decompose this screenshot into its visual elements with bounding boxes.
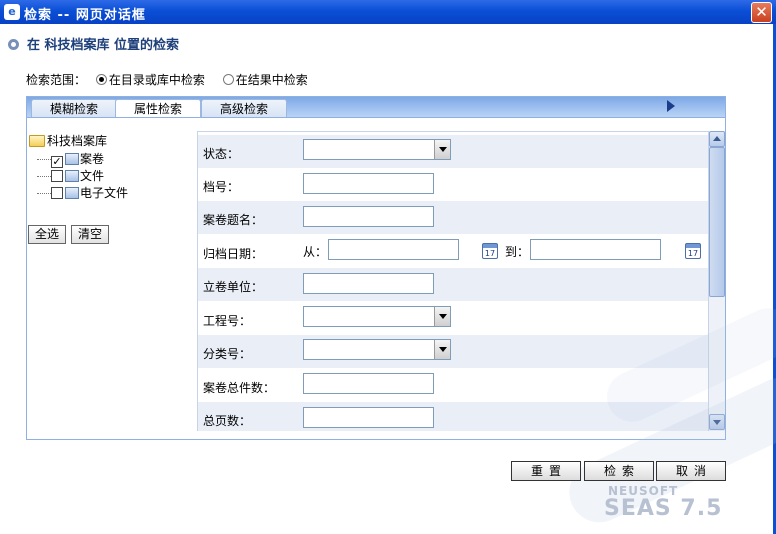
title-bar: e 检索 -- 网页对话框 ✕ (0, 0, 776, 24)
bullet-icon (8, 39, 19, 50)
form-row-unit: 立卷单位： (198, 268, 708, 301)
file-no-input[interactable] (303, 173, 434, 194)
cancel-button[interactable]: 取消 (656, 461, 726, 481)
volume-title-input[interactable] (303, 206, 434, 227)
document-icon (65, 187, 79, 199)
ie-icon: e (4, 4, 20, 20)
tab-advanced-search[interactable]: 高级检索 (201, 99, 287, 118)
total-pages-input[interactable] (303, 407, 434, 428)
archive-date-label: 归档日期： (203, 247, 264, 261)
tree-line (37, 193, 51, 194)
tree-node-e-file[interactable]: 电子文件 (37, 184, 128, 201)
tab-bar: 模糊检索 属性检索 高级检索 (26, 96, 726, 118)
select-all-button[interactable]: 全选 (28, 225, 67, 244)
folder-icon (29, 135, 45, 147)
chevron-down-icon[interactable] (434, 340, 450, 359)
calendar-icon[interactable]: 17 (482, 243, 498, 259)
file-no-label: 档号： (203, 180, 240, 194)
reset-button[interactable]: 重置 (511, 461, 581, 481)
category-no-select[interactable] (303, 339, 451, 360)
tab-fuzzy-search[interactable]: 模糊检索 (31, 99, 117, 118)
form-row-archive-date: 归档日期： 从： 17 到： 17 (198, 235, 708, 268)
unit-label: 立卷单位： (203, 280, 264, 294)
tree-node-label: 文件 (80, 169, 105, 183)
scope-option-catalog[interactable]: 在目录或库中检索 (109, 73, 205, 87)
close-button[interactable]: ✕ (751, 2, 772, 23)
tree-node-label: 电子文件 (80, 186, 129, 200)
volume-title-label: 案卷题名： (203, 213, 264, 227)
form-row-volume-title: 案卷题名： (198, 201, 708, 234)
tree-root[interactable]: 科技档案库 (29, 132, 107, 149)
status-select[interactable] (303, 139, 451, 160)
scope-option-results[interactable]: 在结果中检索 (236, 73, 308, 87)
scrollbar-thumb[interactable] (709, 147, 725, 297)
total-items-label: 案卷总件数： (203, 381, 276, 395)
scroll-up-icon[interactable] (709, 131, 725, 147)
date-to-input[interactable] (530, 239, 661, 260)
window-title: 检索 -- 网页对话框 (24, 8, 146, 23)
project-no-select[interactable] (303, 306, 451, 327)
scope-radio-catalog[interactable] (95, 74, 107, 85)
form-row-status: 状态： (198, 135, 708, 168)
tree-root-label: 科技档案库 (47, 134, 108, 148)
tree-node-file[interactable]: 文件 (37, 167, 104, 184)
to-label: 到： (505, 245, 530, 259)
brand-product: SEAS 7.5 (604, 496, 723, 521)
chevron-down-icon[interactable] (434, 140, 450, 159)
search-scope: 检索范围： 在目录或库中检索 在结果中检索 (26, 71, 316, 88)
document-icon (65, 153, 79, 165)
calendar-icon[interactable]: 17 (685, 243, 701, 259)
tree-node-volume[interactable]: ✓ 案卷 (37, 150, 104, 168)
page-title: 在 科技档案库 位置的检索 (27, 38, 180, 53)
search-button[interactable]: 检索 (584, 461, 654, 481)
category-no-label: 分类号： (203, 347, 252, 361)
unit-input[interactable] (303, 273, 434, 294)
tree-line (37, 176, 51, 177)
total-pages-label: 总页数： (203, 414, 252, 428)
total-items-input[interactable] (303, 373, 434, 394)
scope-label: 检索范围： (26, 73, 87, 87)
project-no-label: 工程号： (203, 314, 252, 328)
date-from-input[interactable] (328, 239, 459, 260)
document-icon (65, 170, 79, 182)
status-label: 状态： (203, 147, 240, 161)
tree-line (37, 159, 51, 160)
e-file-checkbox[interactable] (51, 187, 63, 199)
tree-node-label: 案卷 (80, 152, 105, 166)
scope-radio-results[interactable] (222, 74, 234, 85)
page-heading: 在 科技档案库 位置的检索 (8, 34, 179, 53)
from-label: 从： (303, 245, 328, 259)
file-checkbox[interactable] (51, 170, 63, 182)
clear-button[interactable]: 清空 (71, 225, 110, 244)
tab-scroll-right-icon[interactable] (667, 100, 675, 112)
chevron-down-icon[interactable] (434, 307, 450, 326)
tab-attribute-search[interactable]: 属性检索 (115, 99, 201, 118)
form-row-file-no: 档号： (198, 168, 708, 201)
